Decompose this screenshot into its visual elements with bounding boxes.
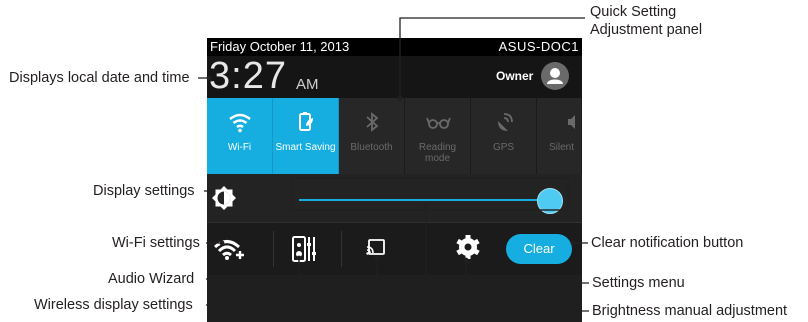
annotation-local-date-time: Displays local date and time [9, 70, 190, 86]
leader-settings-menu [465, 260, 589, 284]
leader-wireless-display [206, 258, 378, 306]
annotation-wifi-settings: Wi-Fi settings [112, 235, 200, 251]
annotation-clear-notification: Clear notification button [591, 235, 744, 251]
brightness-highlight-box [291, 177, 569, 211]
annotation-settings-menu: Settings menu [592, 275, 685, 291]
leader-brightness-manual [425, 205, 589, 312]
annotation-quick-setting-panel: Quick Setting Adjustment panel [590, 4, 703, 38]
leader-quick-setting [399, 17, 585, 98]
annotation-display-settings: Display settings [93, 183, 195, 199]
annotation-audio-wizard: Audio Wizard [108, 271, 195, 287]
annotation-wireless-display: Wireless display settings [34, 297, 193, 313]
leader-audio-wizard [206, 258, 300, 280]
annotation-brightness-manual: Brightness manual adjustment [592, 303, 788, 319]
